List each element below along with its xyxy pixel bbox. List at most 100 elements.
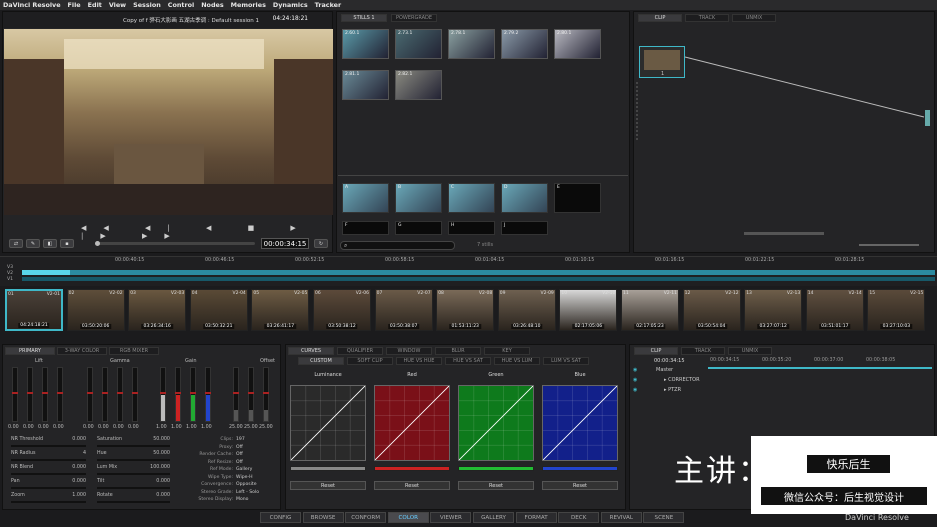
wipe-button[interactable]: ◧ [43,239,57,248]
reset-button[interactable]: Reset [374,481,450,490]
node-output[interactable] [925,110,930,126]
keyframe-eye-icon[interactable]: ◉ [633,387,637,393]
clip-thumbnail[interactable]: 15 V2-15 03:27:10:03 [867,289,926,331]
param-value[interactable]: 50.000 [153,451,170,456]
keyframe-tab-track[interactable]: TRACK [681,347,725,355]
page-tab-config[interactable]: CONFIG [260,512,301,523]
clip-thumbnail[interactable]: 01 V2-01 04:24:18:21 [5,289,63,331]
memory-slot[interactable]: D [501,183,548,213]
v2-track-selected[interactable] [22,270,70,275]
curve-editor-red[interactable] [374,385,450,461]
page-tab-browse[interactable]: BROWSE [302,512,344,523]
menu-dynamics[interactable]: Dynamics [273,1,308,9]
menu-file[interactable]: File [68,1,81,9]
page-tab-viewer[interactable]: VIEWER [430,512,472,523]
memory-slot[interactable]: H [448,221,495,235]
curve-graph[interactable] [375,386,449,460]
memory-slot[interactable]: G [395,221,442,235]
param-value[interactable]: 100.000 [150,465,170,470]
menu-tracker[interactable]: Tracker [315,1,341,9]
clip-thumbnail[interactable]: 12 V2-12 03:50:54:04 [682,289,741,331]
curve-graph[interactable] [459,386,533,460]
param-value[interactable]: 4 [83,451,86,456]
curve-subtab[interactable]: CUSTOM [298,357,344,365]
param-slider[interactable] [97,501,170,503]
clip-thumbnail[interactable]: 07 V2-07 03:50:38:07 [374,289,433,331]
clip-thumbnail[interactable]: 03 V2-03 03:26:34:16 [128,289,187,331]
curve-editor-blue[interactable] [542,385,618,461]
curve-tab[interactable]: WINDOW [386,347,432,355]
slider-gamma[interactable] [117,367,123,422]
param-value[interactable]: 0.000 [72,437,86,442]
slider-gain[interactable] [175,367,181,422]
curve-tab[interactable]: CURVES [288,347,334,355]
menu-edit[interactable]: Edit [88,1,102,9]
param-value[interactable]: 50.000 [153,437,170,442]
scrub-handle[interactable] [95,241,100,246]
page-tab-conform[interactable]: CONFORM [345,512,387,523]
param-slider[interactable] [11,459,86,461]
still-thumbnail[interactable]: 2.82.1 [395,70,442,100]
slider-gain[interactable] [205,367,211,422]
menu-session[interactable]: Session [133,1,161,9]
param-slider[interactable] [97,487,170,489]
param-value[interactable]: 0.000 [156,479,170,484]
gallery-tab-2[interactable]: POWERGRADE [391,14,437,22]
pen-tool-button[interactable]: ✎ [26,239,40,248]
menu-control[interactable]: Control [168,1,194,9]
viewer-mode-button[interactable]: ⇄ [9,239,23,248]
loop-button[interactable]: ↻ [314,239,328,248]
slider-gamma[interactable] [132,367,138,422]
clip-thumbnail[interactable]: 04 V2-04 03:50:32:21 [189,289,248,331]
clip-thumbnail[interactable]: 06 V2-06 03:50:38:12 [313,289,371,331]
reset-button[interactable]: Reset [458,481,534,490]
memory-slot[interactable]: E [554,183,601,213]
page-tab-gallery[interactable]: GALLERY [473,512,514,523]
gallery-search[interactable]: ⌕ [340,241,455,250]
timeline-ruler[interactable]: 00:00:40:15 00:00:46:15 00:00:52:15 00:00:5… [20,257,935,265]
curve-tab[interactable]: QUALIFIER [337,347,383,355]
curve-graph[interactable] [543,386,617,460]
curve-tab[interactable]: KEY [484,347,530,355]
clip-thumbnail[interactable]: 09 V2-09 03:26:48:10 [497,289,556,331]
reset-button[interactable]: Reset [542,481,618,490]
curve-tab[interactable]: BLUR [435,347,481,355]
keyframe-eye-icon[interactable]: ◉ [633,377,637,383]
highlight-button[interactable]: ▪ [60,239,74,248]
primary-tab[interactable]: PRIMARY [5,347,55,355]
slider-lift[interactable] [57,367,63,422]
page-tab-color[interactable]: COLOR [387,512,429,523]
page-tab-scene[interactable]: SCENE [643,512,685,523]
keyframe-tab-unmix[interactable]: UNMIX [728,347,772,355]
still-thumbnail[interactable]: 2.81.1 [342,70,389,100]
node-zoom-slider[interactable] [859,244,919,246]
keyframe-eye-icon[interactable]: ◉ [633,367,637,373]
curve-graph[interactable] [291,386,365,460]
param-value[interactable]: 0.000 [156,493,170,498]
scrub-bar[interactable] [95,241,255,246]
param-slider[interactable] [11,487,86,489]
memory-slot[interactable]: J [501,221,548,235]
still-thumbnail[interactable]: 2.78.1 [448,29,495,59]
curve-subtab[interactable]: HUE VS HUE [396,357,442,365]
slider-lift[interactable] [12,367,18,422]
memory-slot[interactable]: C [448,183,495,213]
page-tab-deck[interactable]: DECK [558,512,600,523]
param-slider[interactable] [97,459,170,461]
clip-thumbnail[interactable]: 08 V2-08 01:53:11:23 [436,289,495,331]
slider-gain[interactable] [190,367,196,422]
clip-thumbnail[interactable]: 14 V2-14 03:51:01:17 [805,289,864,331]
slider-lift[interactable] [27,367,33,422]
slider-lift[interactable] [42,367,48,422]
clip-thumbnail[interactable]: 13 V2-13 03:27:07:12 [744,289,803,331]
still-thumbnail[interactable]: 2.60.1 [342,29,389,59]
param-slider[interactable] [11,501,86,503]
clip-thumbnail[interactable]: 05 V2-05 03:26:41:17 [251,289,310,331]
param-value[interactable]: 1.000 [72,493,86,498]
param-slider[interactable] [11,445,86,447]
v2-track-bar[interactable] [22,270,935,275]
slider-offset[interactable] [263,367,269,422]
still-thumbnail[interactable]: 2.73.1 [395,29,442,59]
page-tab-revival[interactable]: REVIVAL [600,512,642,523]
still-thumbnail[interactable]: 2.80.1 [554,29,601,59]
